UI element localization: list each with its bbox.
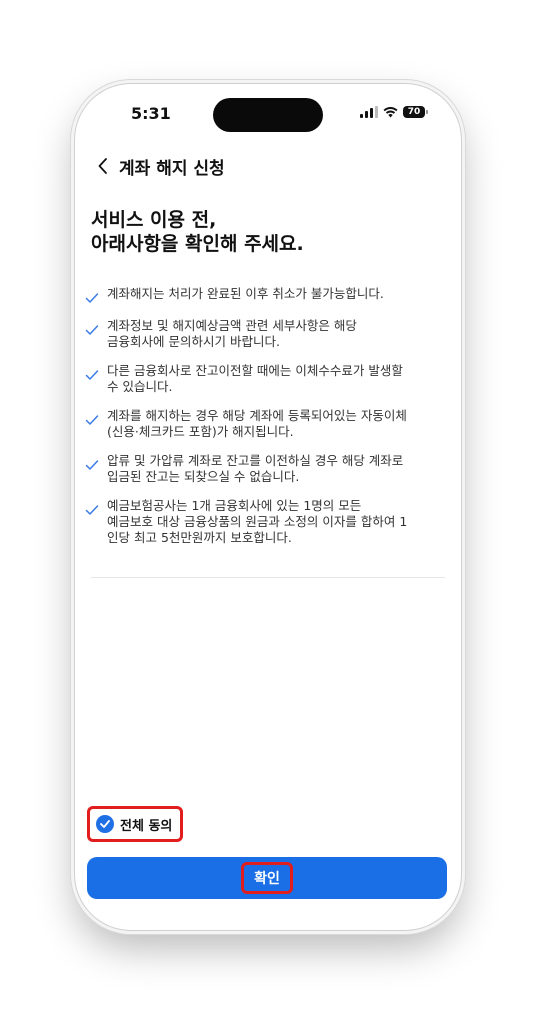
phone-frame: 5:31 70 계좌 해지 신청 서비스 이용 전, 아래사항을 확인해 주세요… <box>75 84 461 930</box>
check-icon <box>85 501 107 517</box>
notice-line: 예금보호 대상 금융상품의 원금과 소정의 이자를 합하여 1 <box>107 514 408 529</box>
notice-text: 다른 금융회사로 잔고이전할 때에는 이체수수료가 발생할 수 있습니다. <box>107 363 403 395</box>
heading-line-2: 아래사항을 확인해 주세요. <box>91 233 304 255</box>
signal-icon <box>360 106 378 118</box>
battery-icon: 70 <box>403 106 428 118</box>
notice-line: 계좌정보 및 해지예상금액 관련 세부사항은 해당 <box>107 318 357 333</box>
heading-line-1: 서비스 이용 전, <box>91 209 217 231</box>
check-icon <box>85 289 107 305</box>
notice-list: 계좌해지는 처리가 완료된 이후 취소가 불가능합니다. 계좌정보 및 해지예상금… <box>85 286 445 559</box>
notice-line: 수 있습니다. <box>107 379 173 394</box>
checkbox-checked-icon <box>96 815 114 833</box>
page-title: 계좌 해지 신청 <box>119 158 225 179</box>
status-time: 5:31 <box>131 104 171 123</box>
notice-item: 압류 및 가압류 계좌로 잔고를 이전하실 경우 해당 계좌로 입금된 잔고는 되… <box>85 453 445 485</box>
notice-item: 계좌해지는 처리가 완료된 이후 취소가 불가능합니다. <box>85 286 445 305</box>
notice-item: 예금보험공사는 1개 금융회사에 있는 1명의 모든 예금보호 대상 금융상품의 … <box>85 498 445 546</box>
notice-line: 계좌를 해지하는 경우 해당 계좌에 등록되어있는 자동이체 <box>107 408 407 423</box>
notice-line: 금융회사에 문의하시기 바랍니다. <box>107 334 280 349</box>
notice-text: 계좌해지는 처리가 완료된 이후 취소가 불가능합니다. <box>107 286 384 302</box>
screenshot-stage: 5:31 70 계좌 해지 신청 서비스 이용 전, 아래사항을 확인해 주세요… <box>0 0 534 1024</box>
confirm-label: 확인 <box>241 862 293 894</box>
wifi-icon <box>383 106 398 118</box>
notice-item: 계좌정보 및 해지예상금액 관련 세부사항은 해당 금융회사에 문의하시기 바랍니… <box>85 318 445 350</box>
agree-all-checkbox[interactable]: 전체 동의 <box>87 806 184 842</box>
nav-bar: 계좌 해지 신청 <box>75 146 461 186</box>
notice-line: (신용·체크카드 포함)가 해지됩니다. <box>107 424 294 439</box>
notice-item: 계좌를 해지하는 경우 해당 계좌에 등록되어있는 자동이체 (신용·체크카드 포… <box>85 408 445 440</box>
status-icons: 70 <box>360 106 428 118</box>
divider <box>91 577 445 578</box>
chevron-left-icon <box>98 158 107 174</box>
notice-text: 계좌정보 및 해지예상금액 관련 세부사항은 해당 금융회사에 문의하시기 바랍니… <box>107 318 357 350</box>
notice-text: 예금보험공사는 1개 금융회사에 있는 1명의 모든 예금보호 대상 금융상품의 … <box>107 498 407 546</box>
confirm-button[interactable]: 확인 <box>87 857 447 899</box>
notice-line: 입금된 잔고는 되찾으실 수 없습니다. <box>107 469 300 484</box>
dynamic-island <box>213 98 323 132</box>
notice-line: 다른 금융회사로 잔고이전할 때에는 이체수수료가 발생할 <box>107 363 403 378</box>
agree-all-label: 전체 동의 <box>120 818 173 834</box>
check-icon <box>85 456 107 472</box>
notice-text: 계좌를 해지하는 경우 해당 계좌에 등록되어있는 자동이체 (신용·체크카드 포… <box>107 408 407 440</box>
back-button[interactable] <box>91 154 115 178</box>
notice-line: 계좌해지는 처리가 완료된 이후 취소가 불가능합니다. <box>107 286 384 301</box>
notice-line: 압류 및 가압류 계좌로 잔고를 이전하실 경우 해당 계좌로 <box>107 453 404 468</box>
check-icon <box>85 321 107 337</box>
notice-heading: 서비스 이용 전, 아래사항을 확인해 주세요. <box>91 208 431 256</box>
notice-text: 압류 및 가압류 계좌로 잔고를 이전하실 경우 해당 계좌로 입금된 잔고는 되… <box>107 453 403 485</box>
notice-item: 다른 금융회사로 잔고이전할 때에는 이체수수료가 발생할 수 있습니다. <box>85 363 445 395</box>
notice-line: 인당 최고 5천만원까지 보호합니다. <box>107 530 292 545</box>
notice-line: 예금보험공사는 1개 금융회사에 있는 1명의 모든 <box>107 498 362 513</box>
check-icon <box>85 366 107 382</box>
check-icon <box>85 411 107 427</box>
status-bar: 5:31 70 <box>75 84 461 144</box>
